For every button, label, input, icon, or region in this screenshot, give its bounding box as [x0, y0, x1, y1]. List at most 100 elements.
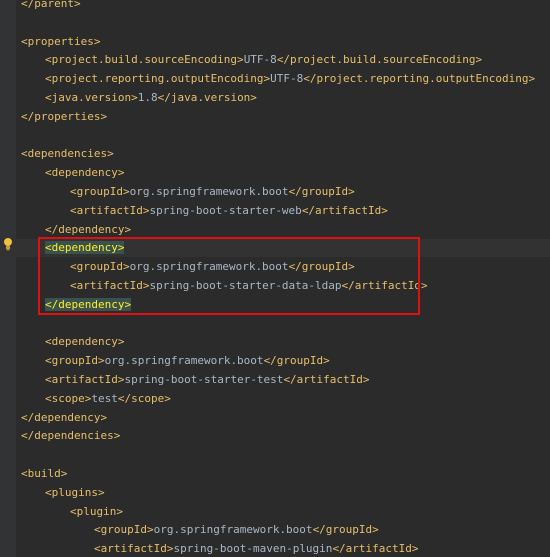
code-text: test [91, 391, 118, 405]
code-line-content: <dependencies> [21, 145, 114, 163]
xml-tag: </artifactId> [332, 542, 419, 556]
code-text: org.springframework.boot [129, 185, 289, 198]
code-line[interactable]: <dependency> [0, 333, 550, 351]
code-line-content: <dependency> [45, 239, 125, 257]
xml-tag: </dependency> [45, 297, 132, 311]
code-line-content: </dependency> [21, 409, 107, 427]
lightbulb-icon[interactable] [3, 237, 13, 251]
code-text: UTF-8 [243, 53, 277, 67]
code-line[interactable] [0, 14, 550, 32]
code-text: org.springframework.boot [129, 260, 289, 274]
code-line-content: <plugins> [45, 484, 105, 502]
code-line[interactable]: <dependencies> [0, 145, 550, 163]
xml-tag: <groupId> [45, 354, 105, 368]
code-line-content: </dependencies> [21, 427, 120, 445]
code-line[interactable]: <dependency> [0, 164, 550, 182]
xml-tag: </scope> [117, 391, 171, 405]
code-line-content: <artifactId>spring-boot-starter-web</art… [70, 202, 388, 220]
code-line-content: </parent> [21, 0, 81, 13]
code-text: spring-boot-starter-data-ldap [149, 279, 342, 292]
code-line[interactable] [0, 127, 550, 145]
code-line-content: <dependency> [45, 333, 124, 351]
xml-tag: <dependency> [45, 335, 125, 349]
code-line-content: </dependency> [45, 221, 131, 239]
code-line[interactable]: <dependency> [0, 239, 550, 258]
xml-tag: </java.version> [157, 91, 257, 104]
code-line[interactable] [0, 446, 550, 464]
code-text: spring-boot-maven-plugin [173, 542, 333, 556]
code-line[interactable]: </properties> [0, 108, 550, 126]
xml-tag: <project.build.sourceEncoding> [45, 53, 244, 67]
xml-tag: <artifactId> [70, 279, 150, 292]
code-line[interactable]: </dependency> [0, 296, 550, 314]
code-line-content: <project.reporting.outputEncoding>UTF-8<… [45, 70, 535, 88]
code-line-content: <build> [21, 465, 67, 483]
code-line[interactable]: <java.version>1.8</java.version> [0, 89, 550, 107]
code-line[interactable]: <plugins> [0, 484, 550, 502]
code-text: org.springframework.boot [104, 354, 264, 368]
code-line[interactable]: <artifactId>spring-boot-maven-plugin</ar… [0, 540, 550, 557]
code-line-content: <scope>test</scope> [45, 390, 171, 408]
xml-tag: <plugins> [45, 485, 105, 499]
code-line-content: </dependency> [45, 296, 132, 314]
xml-tag: </groupId> [288, 260, 355, 274]
code-line[interactable]: <artifactId>spring-boot-starter-web</art… [0, 202, 550, 220]
xml-tag: </project.reporting.outputEncoding> [303, 72, 536, 86]
xml-tag: <groupId> [70, 260, 130, 274]
xml-tag: <properties> [21, 34, 101, 48]
code-text: spring-boot-starter-web [149, 203, 302, 217]
code-text: spring-boot-starter-test [124, 373, 284, 386]
code-line-content: </properties> [21, 108, 107, 126]
code-line-content: <artifactId>spring-boot-starter-data-lda… [70, 277, 428, 295]
code-line[interactable]: <plugin> [0, 503, 550, 521]
xml-tag: </artifactId> [301, 203, 388, 217]
code-line[interactable]: <groupId>org.springframework.boot</group… [0, 183, 550, 201]
xml-tag: <artifactId> [94, 542, 174, 556]
xml-tag: <dependency> [45, 241, 125, 255]
xml-tag: </artifactId> [283, 373, 370, 386]
xml-tag: </parent> [21, 0, 81, 10]
code-line-content: <artifactId>spring-boot-starter-test</ar… [45, 371, 370, 389]
code-line[interactable]: </dependencies> [0, 427, 550, 445]
xml-tag: <dependency> [45, 166, 125, 180]
code-line-content: <project.build.sourceEncoding>UTF-8</pro… [45, 51, 482, 69]
xml-tag: </groupId> [288, 185, 355, 198]
xml-tag: </groupId> [312, 523, 379, 537]
code-text: 1.8 [137, 91, 158, 104]
code-line-content: <dependency> [45, 164, 124, 182]
code-line[interactable]: </dependency> [0, 221, 550, 239]
code-line[interactable]: <project.build.sourceEncoding>UTF-8</pro… [0, 51, 550, 69]
code-line[interactable]: <groupId>org.springframework.boot</group… [0, 352, 550, 370]
code-line[interactable]: <artifactId>spring-boot-starter-test</ar… [0, 371, 550, 389]
xml-tag: <dependencies> [21, 147, 114, 161]
code-line-content: <groupId>org.springframework.boot</group… [45, 352, 330, 370]
xml-tag: </dependencies> [21, 429, 121, 443]
xml-tag: <plugin> [70, 504, 123, 518]
code-line[interactable]: <build> [0, 465, 550, 483]
code-line-content: <artifactId>spring-boot-maven-plugin</ar… [94, 540, 419, 557]
xml-tag: </dependency> [21, 410, 108, 424]
xml-tag: <java.version> [45, 91, 138, 104]
xml-tag: </groupId> [263, 354, 330, 368]
code-line[interactable]: </parent> [0, 0, 550, 13]
code-line[interactable]: <project.reporting.outputEncoding>UTF-8<… [0, 70, 550, 88]
code-line[interactable]: <groupId>org.springframework.boot</group… [0, 521, 550, 539]
code-line-content: <groupId>org.springframework.boot</group… [70, 183, 355, 201]
code-text: UTF-8 [270, 72, 304, 86]
code-line-content: <groupId>org.springframework.boot</group… [70, 258, 355, 276]
xml-tag: <artifactId> [45, 373, 125, 386]
code-line[interactable] [0, 315, 550, 333]
code-line[interactable]: <scope>test</scope> [0, 390, 550, 408]
xml-tag: <artifactId> [70, 203, 150, 217]
code-line[interactable]: <properties> [0, 33, 550, 51]
xml-tag: </properties> [21, 109, 108, 123]
xml-tag: </dependency> [45, 222, 132, 236]
code-line[interactable]: <groupId>org.springframework.boot</group… [0, 258, 550, 276]
code-editor[interactable]: </parent> <properties> <project.build.sour… [0, 0, 550, 557]
xml-tag: <groupId> [94, 523, 154, 537]
code-line-content: <properties> [21, 33, 100, 51]
code-line[interactable]: </dependency> [0, 409, 550, 427]
code-line-content: <groupId>org.springframework.boot</group… [94, 521, 379, 539]
code-line[interactable]: <artifactId>spring-boot-starter-data-lda… [0, 277, 550, 295]
xml-tag: <build> [21, 467, 68, 480]
